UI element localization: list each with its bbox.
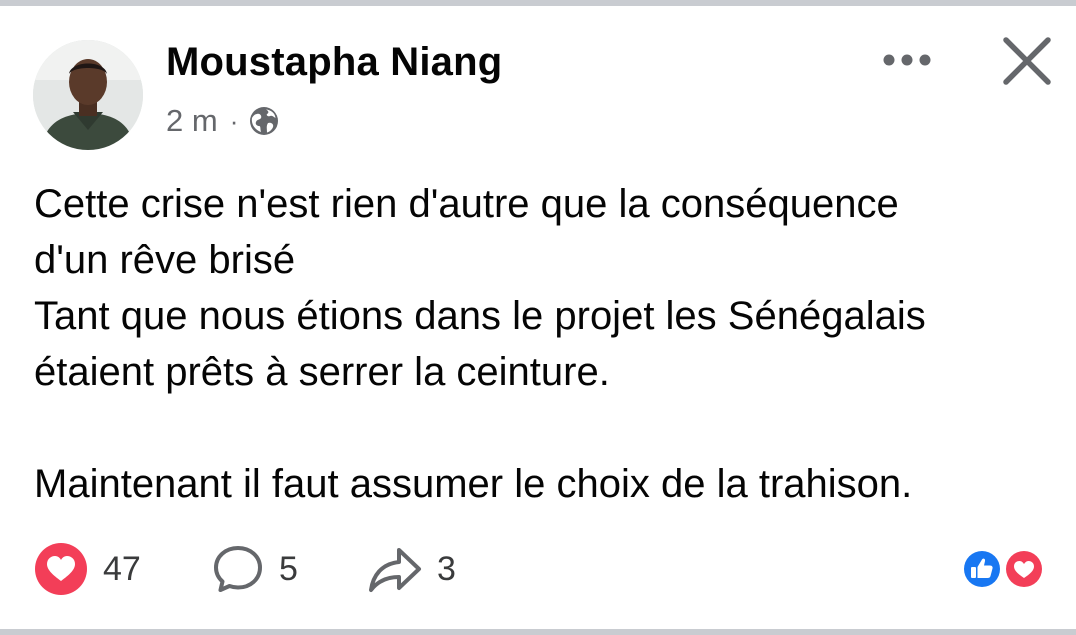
like-reaction-icon <box>962 549 1002 589</box>
bottom-divider <box>0 629 1076 635</box>
post-card: Moustapha Niang 2 m · Cette crise n'est … <box>0 0 1076 635</box>
post-text-line: étaient prêts à serrer la ceinture. <box>34 350 610 394</box>
comment-icon <box>214 546 262 592</box>
more-dots-icon <box>883 54 931 66</box>
post-meta: 2 m · <box>166 101 280 141</box>
author-name[interactable]: Moustapha Niang <box>166 40 502 85</box>
love-reaction-icon <box>1004 549 1044 589</box>
post-text-line: Cette crise n'est rien d'autre que la co… <box>34 182 899 226</box>
post-text-line: d'un rêve brisé <box>34 238 296 282</box>
love-reaction-button[interactable]: 47 <box>33 541 211 597</box>
reaction-summary[interactable] <box>958 547 1048 591</box>
share-icon <box>369 548 421 592</box>
comment-button[interactable]: 5 <box>211 542 367 596</box>
post-text: Cette crise n'est rien d'autre que la co… <box>34 176 1044 512</box>
globe-icon[interactable] <box>248 105 280 137</box>
close-icon <box>1003 37 1051 85</box>
love-count: 47 <box>103 549 141 588</box>
meta-separator: · <box>229 105 239 136</box>
post-time[interactable]: 2 m <box>166 103 218 139</box>
share-button[interactable]: 3 <box>367 542 456 596</box>
post-text-line: Tant que nous étions dans le projet les … <box>34 294 926 338</box>
avatar[interactable] <box>33 40 143 150</box>
post-text-line: Maintenant il faut assumer le choix de l… <box>34 462 913 506</box>
comment-count: 5 <box>279 549 298 588</box>
heart-icon <box>35 543 87 595</box>
close-button[interactable] <box>998 32 1056 90</box>
action-bar: 47 5 3 <box>33 541 456 597</box>
more-options-button[interactable] <box>872 40 942 80</box>
top-divider <box>0 0 1076 6</box>
share-count: 3 <box>437 549 456 588</box>
post-text-line <box>34 400 1044 456</box>
